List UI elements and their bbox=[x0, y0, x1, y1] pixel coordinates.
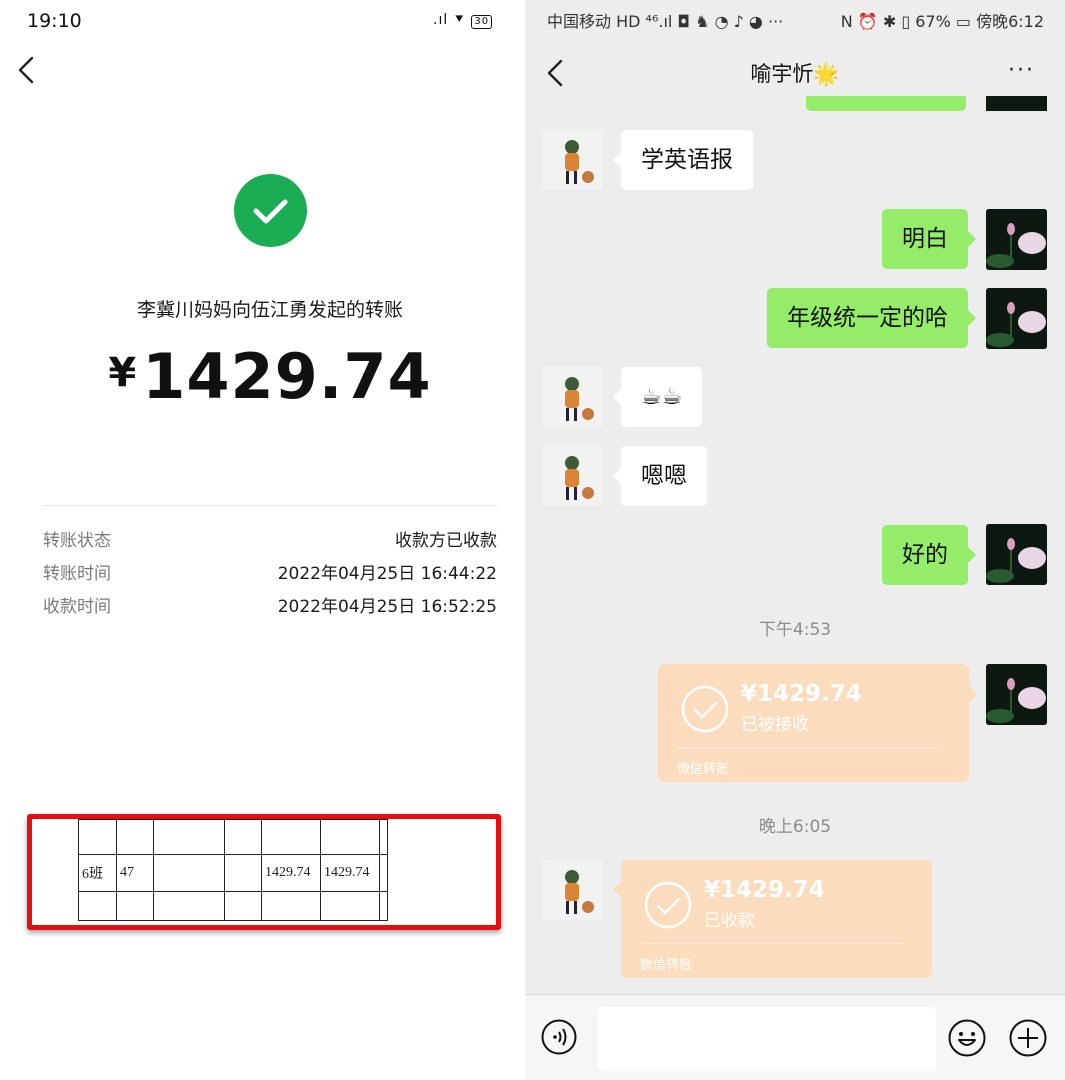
emoji-icon[interactable] bbox=[948, 1019, 986, 1057]
spreadsheet-table: 6班 47 1429.74 1429.74 bbox=[78, 819, 388, 921]
transfer-detail-screen: 19:10 .ıl ⯆ 30 李冀川妈妈向伍江勇发起的转账 ¥1429.74 转… bbox=[0, 0, 525, 1080]
chat-screen: 中国移动 HD ⁴⁶.ıl ◘ ♞ ◔ ♪ ◕ ··· N ⏰ ✱ ▯ 67% … bbox=[525, 0, 1065, 1080]
transfer-status: 已被接收 bbox=[741, 715, 809, 735]
battery-icon: 30 bbox=[471, 15, 493, 29]
carrier-status: 中国移动 HD ⁴⁶.ıl ◘ ♞ ◔ ♪ ◕ ··· bbox=[547, 12, 784, 31]
plus-icon[interactable] bbox=[1009, 1019, 1047, 1057]
cutoff-avatar bbox=[986, 96, 1047, 111]
transfer-card-received[interactable]: ¥1429.74 已收款 微信转账 bbox=[613, 860, 932, 978]
info-value: 2022年04月25日 16:44:22 bbox=[277, 564, 497, 584]
my-avatar[interactable] bbox=[986, 288, 1047, 349]
transfer-status: 已收款 bbox=[704, 911, 755, 931]
message-bubble-sent[interactable]: 年级统一定的哈 bbox=[767, 288, 976, 348]
message-input-bar bbox=[525, 994, 1065, 1080]
info-row-status: 转账状态 收款方已收款 bbox=[43, 526, 497, 556]
transfer-amount: ¥1429.74 bbox=[741, 681, 862, 707]
back-arrow-icon[interactable] bbox=[14, 52, 46, 88]
message-bubble-received[interactable]: 嗯嗯 bbox=[613, 446, 707, 506]
chat-timestamp: 下午4:53 bbox=[758, 620, 832, 640]
contact-avatar[interactable] bbox=[542, 366, 603, 427]
message-bubble-received[interactable]: ☕☕ bbox=[612, 367, 703, 427]
info-value: 2022年04月25日 16:52:25 bbox=[277, 597, 497, 617]
sheet-cell: 1429.74 bbox=[320, 854, 380, 892]
message-bubble-sent[interactable]: 好的 bbox=[882, 525, 976, 585]
status-icons: .ıl ⯆ 30 bbox=[433, 12, 493, 29]
check-circle-icon bbox=[644, 881, 692, 929]
my-avatar[interactable] bbox=[986, 209, 1047, 270]
info-value: 收款方已收款 bbox=[395, 531, 497, 551]
divider bbox=[641, 943, 904, 944]
chat-title: 喻宇忻🌟 bbox=[525, 58, 1065, 88]
contact-avatar[interactable] bbox=[542, 129, 603, 190]
contact-avatar[interactable] bbox=[542, 445, 603, 506]
transfer-title: 李冀川妈妈向伍江勇发起的转账 bbox=[136, 299, 403, 321]
info-label: 转账状态 bbox=[43, 531, 111, 551]
message-bubble-received[interactable]: 学英语报 bbox=[613, 130, 753, 190]
transfer-footer: 微信转账 bbox=[640, 958, 693, 973]
highlighted-spreadsheet-crop: 6班 47 1429.74 1429.74 bbox=[27, 814, 501, 930]
voice-input-icon[interactable] bbox=[541, 1019, 577, 1055]
sheet-cell: 1429.74 bbox=[261, 854, 321, 892]
transfer-amount: ¥1429.74 bbox=[704, 877, 825, 903]
more-menu-icon[interactable]: ··· bbox=[1008, 58, 1035, 83]
message-bubble-sent[interactable]: 明白 bbox=[882, 209, 976, 269]
message-input[interactable] bbox=[598, 1007, 936, 1071]
info-row-transfer-time: 转账时间 2022年04月25日 16:44:22 bbox=[43, 559, 497, 589]
success-check-icon bbox=[234, 174, 307, 247]
info-row-receive-time: 收款时间 2022年04月25日 16:52:25 bbox=[43, 592, 497, 622]
currency-symbol: ¥ bbox=[108, 350, 137, 396]
contact-name: 喻宇忻 bbox=[750, 62, 814, 86]
status-time: 19:10 bbox=[27, 10, 82, 32]
transfer-footer: 微信转账 bbox=[677, 762, 730, 777]
info-label: 收款时间 bbox=[43, 597, 111, 617]
sheet-cell bbox=[224, 854, 262, 892]
cutoff-bubble bbox=[806, 96, 966, 111]
sheet-cell: 47 bbox=[116, 854, 154, 892]
sheet-cell bbox=[153, 854, 225, 892]
transfer-amount: ¥1429.74 bbox=[0, 340, 525, 413]
contact-avatar[interactable] bbox=[542, 859, 603, 920]
signal-wifi-icons: .ıl ⯆ bbox=[433, 12, 466, 28]
spreadsheet-row: 6班 47 1429.74 1429.74 bbox=[78, 854, 388, 892]
divider bbox=[678, 747, 941, 748]
my-avatar[interactable] bbox=[986, 524, 1047, 585]
chat-timestamp: 晚上6:05 bbox=[758, 817, 832, 837]
info-label: 转账时间 bbox=[43, 564, 111, 584]
system-status: N ⏰ ✱ ▯ 67% ▭ 傍晚6:12 bbox=[840, 12, 1044, 31]
divider bbox=[43, 505, 497, 506]
sheet-cell: 6班 bbox=[78, 854, 117, 892]
check-circle-icon bbox=[681, 685, 729, 733]
transfer-card-sent[interactable]: ¥1429.74 已被接收 微信转账 bbox=[658, 664, 977, 782]
my-avatar[interactable] bbox=[986, 664, 1047, 725]
star-emoji: 🌟 bbox=[813, 62, 840, 86]
amount-value: 1429.74 bbox=[142, 340, 432, 413]
